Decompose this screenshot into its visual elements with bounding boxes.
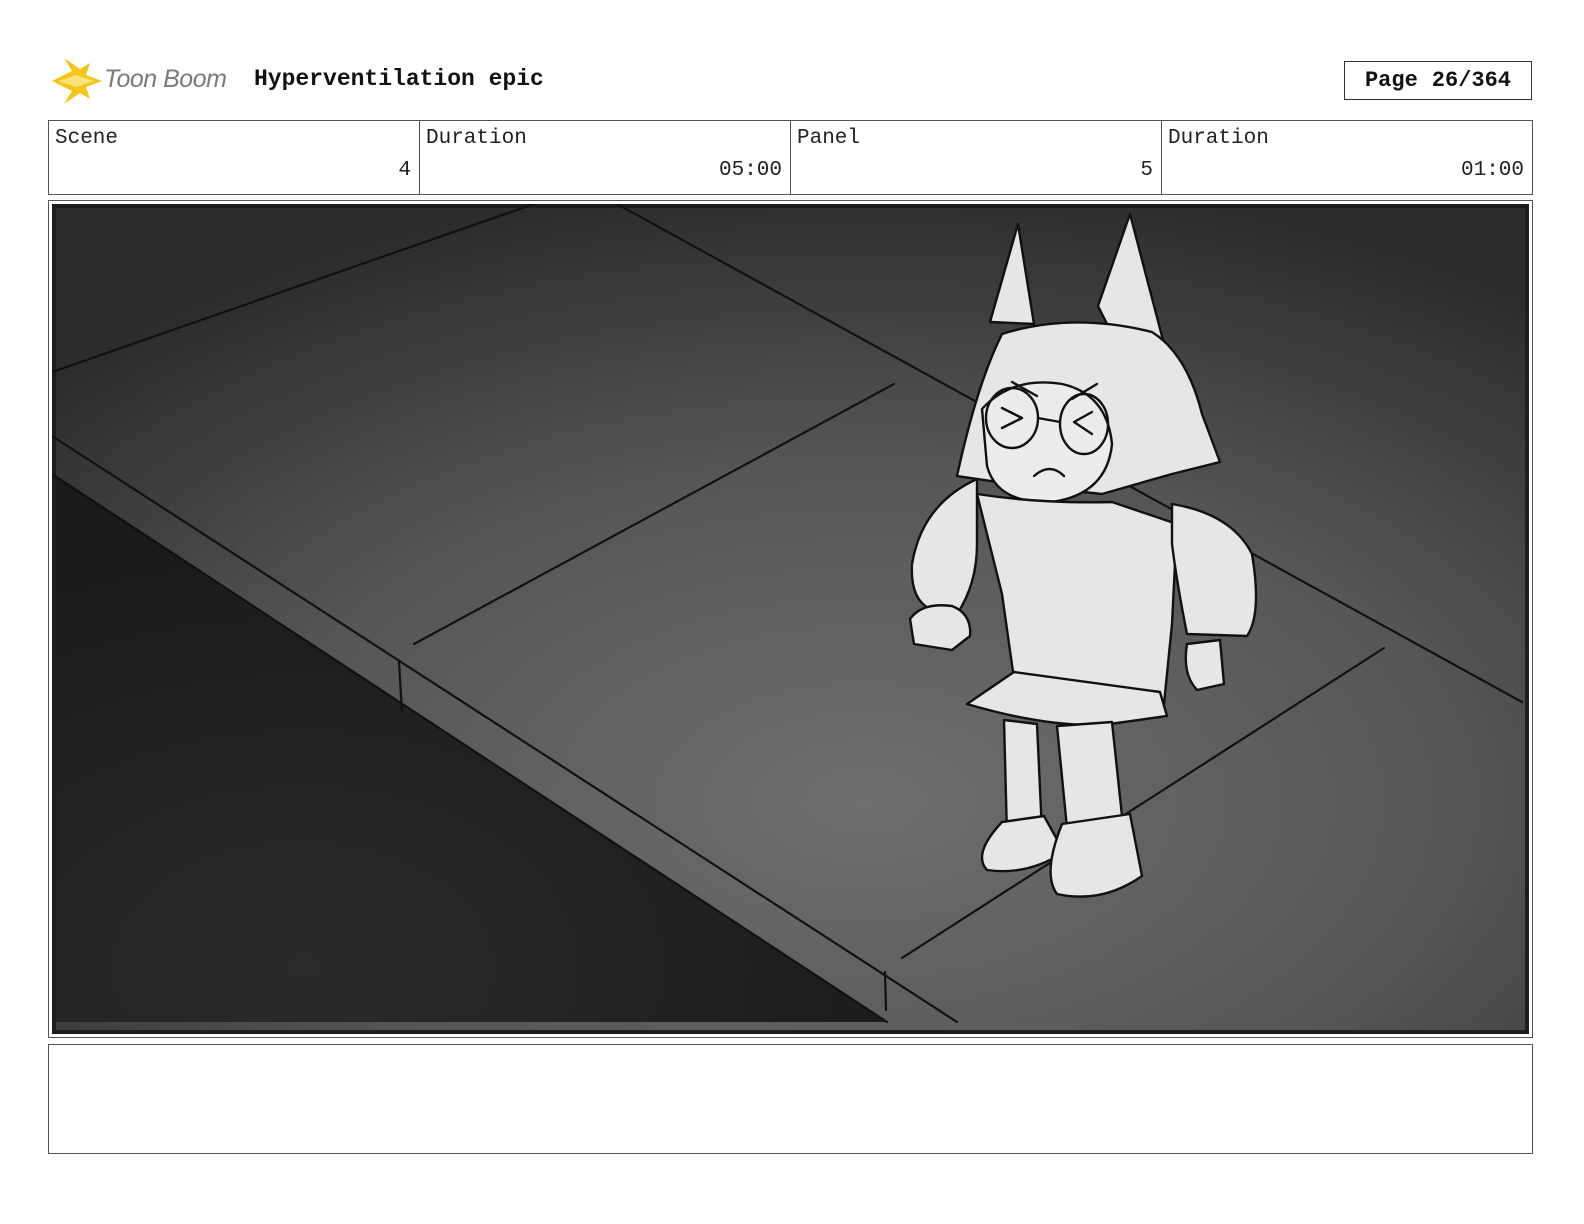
panel-value: 5	[1140, 159, 1153, 182]
scene-duration-value: 05:00	[718, 159, 782, 182]
page-indicator: Page 26/364	[1344, 61, 1532, 100]
brand-name: Toon Boom	[104, 65, 227, 93]
panel-duration-label: Duration	[1168, 127, 1269, 150]
page-label: Page	[1364, 68, 1418, 93]
scene-value: 4	[398, 159, 411, 182]
scene-label: Scene	[55, 127, 119, 150]
panel-notes	[48, 1044, 1533, 1154]
panel-duration-value: 01:00	[1460, 159, 1524, 182]
toon-boom-logo: Toon Boom	[50, 55, 240, 107]
storyboard-drawing	[52, 204, 1529, 1034]
panel-cell: Panel 5	[791, 121, 1162, 194]
toon-boom-star-icon	[52, 58, 102, 104]
panel-label: Panel	[797, 127, 861, 150]
page-number: 26/364	[1431, 68, 1512, 93]
project-title: Hyperventilation epic	[254, 66, 544, 92]
scene-info-table: Scene 4 Duration 05:00 Panel 5 Duration …	[48, 120, 1533, 195]
scene-duration-label: Duration	[426, 127, 527, 150]
scene-cell: Scene 4	[49, 121, 420, 194]
panel-duration-cell: Duration 01:00	[1162, 121, 1532, 194]
scene-duration-cell: Duration 05:00	[420, 121, 791, 194]
